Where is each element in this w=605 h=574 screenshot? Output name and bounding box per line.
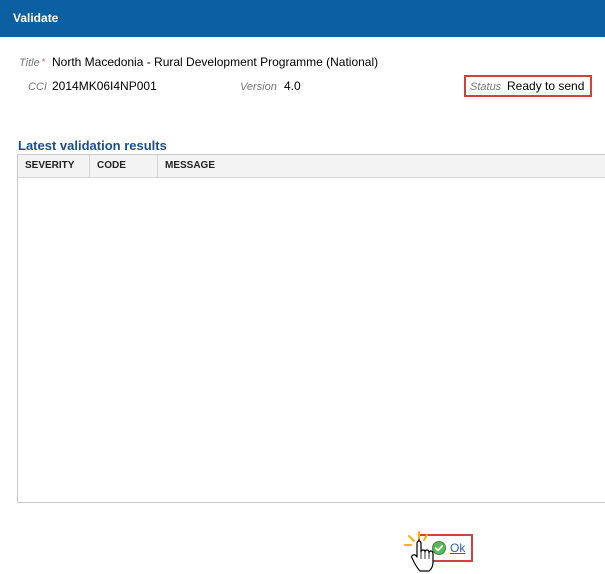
required-marker: * <box>41 57 46 67</box>
table-header: SEVERITY CODE MESSAGE <box>18 155 605 178</box>
dialog-title: Validate <box>13 11 59 25</box>
title-label-text: Title <box>19 57 40 69</box>
status-label: Status <box>470 81 502 93</box>
dialog-titlebar: Validate <box>0 0 605 37</box>
cci-label: CCI <box>28 81 47 93</box>
title-label: Title * <box>19 57 45 69</box>
validation-results-title: Latest validation results <box>18 138 167 153</box>
version-label: Version <box>240 81 277 93</box>
title-value: North Macedonia - Rural Development Prog… <box>52 55 379 69</box>
column-header-code[interactable]: CODE <box>90 155 158 177</box>
version-value: 4.0 <box>284 79 301 93</box>
validation-results-table: SEVERITY CODE MESSAGE <box>17 154 605 503</box>
status-value: Ready to send <box>507 79 585 93</box>
hand-pointer-cursor-icon <box>404 531 434 572</box>
cci-value: 2014MK06I4NP001 <box>52 79 157 93</box>
column-header-severity[interactable]: SEVERITY <box>18 155 90 177</box>
column-header-message[interactable]: MESSAGE <box>158 155 605 177</box>
ok-button[interactable]: Ok <box>450 541 465 555</box>
